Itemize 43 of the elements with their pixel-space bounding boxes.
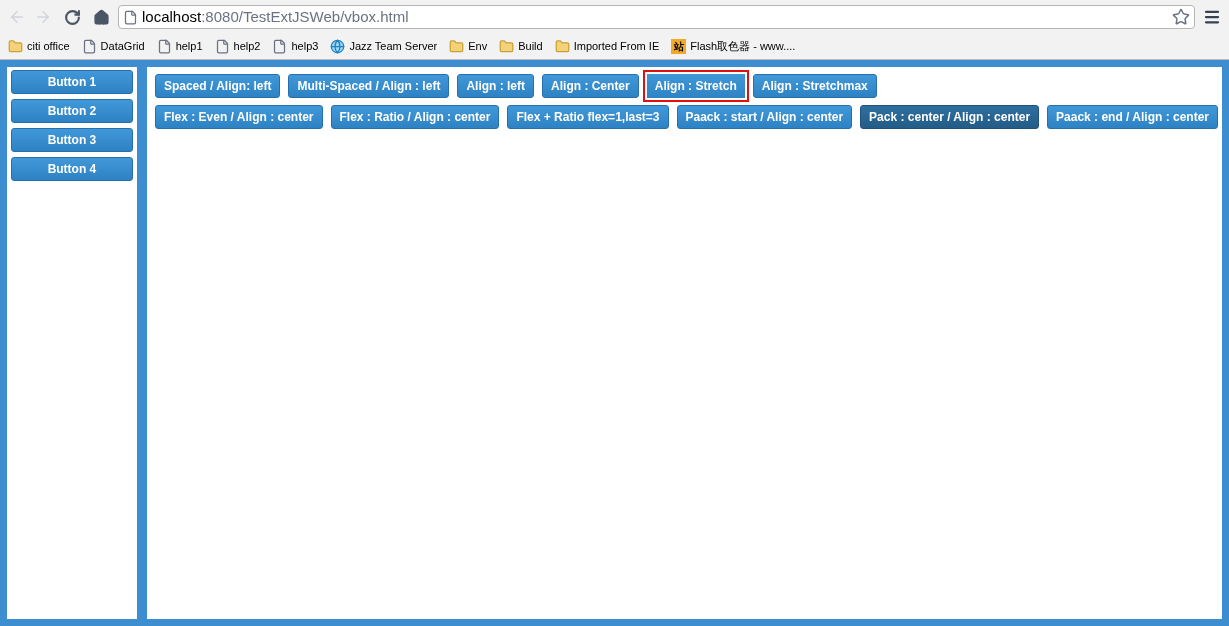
folder-icon xyxy=(499,38,515,54)
bookmark-star-icon[interactable] xyxy=(1172,8,1190,26)
url-text: localhost:8080/TestExtJSWeb/vbox.html xyxy=(142,6,410,27)
toolbar-button[interactable]: Paack : end / Align : center xyxy=(1047,105,1218,129)
menu-icon[interactable] xyxy=(1203,8,1221,26)
page-icon xyxy=(156,38,172,54)
sidebar-button[interactable]: Button 4 xyxy=(11,157,133,181)
toolbar-button[interactable]: Align : Stretch xyxy=(642,70,749,102)
toolbar-button[interactable]: Multi-Spaced / Align : left xyxy=(288,74,450,98)
sidebar-button[interactable]: Button 1 xyxy=(11,70,133,94)
home-icon[interactable] xyxy=(93,8,110,26)
toolbar-button[interactable]: Flex : Ratio / Align : center xyxy=(330,105,500,129)
toolbar-button[interactable]: Align : left xyxy=(457,74,535,98)
toolbar-button[interactable]: Align : Center xyxy=(542,74,639,98)
reload-icon[interactable] xyxy=(64,8,81,26)
bookmark-item[interactable]: DataGrid xyxy=(81,37,145,55)
bookmark-item[interactable]: help1 xyxy=(156,37,203,55)
toolbar-button[interactable]: Pack : center / Align : center xyxy=(860,105,1040,129)
sidebar-button[interactable]: Button 2 xyxy=(11,99,133,123)
bookmark-item[interactable]: help3 xyxy=(272,37,319,55)
folder-icon xyxy=(449,38,465,54)
address-bar[interactable]: localhost:8080/TestExtJSWeb/vbox.html xyxy=(118,5,1195,29)
page-icon xyxy=(214,38,230,54)
app-icon: 站 xyxy=(671,38,687,54)
toolbar-button[interactable]: Align : Stretchmax xyxy=(752,74,877,98)
page-icon xyxy=(123,9,138,25)
toolbar-button[interactable]: Flex + Ratio flex=1,last=3 xyxy=(507,105,669,129)
toolbar-button[interactable]: Flex : Even / Align : center xyxy=(154,105,323,129)
sidebar-button[interactable]: Button 3 xyxy=(11,128,133,152)
bookmark-item[interactable]: Imported From IE xyxy=(554,37,660,55)
toolbar-button[interactable]: Paack : start / Align : center xyxy=(676,105,853,129)
bookmark-item[interactable]: Jazz Team Server xyxy=(330,37,438,55)
page-icon xyxy=(81,38,97,54)
bookmark-item[interactable]: 站 Flash取色器 - www.... xyxy=(671,37,796,55)
folder-icon xyxy=(554,38,570,54)
bookmark-item[interactable]: help2 xyxy=(214,37,261,55)
bookmark-item[interactable]: Env xyxy=(449,37,488,55)
bookmark-item[interactable]: citi office xyxy=(8,37,70,55)
folder-icon xyxy=(8,38,23,54)
bookmark-item[interactable]: Build xyxy=(499,37,543,55)
page-icon xyxy=(272,38,288,54)
toolbar-button[interactable]: Spaced / Align: left xyxy=(154,74,281,98)
globe-icon xyxy=(330,38,346,54)
